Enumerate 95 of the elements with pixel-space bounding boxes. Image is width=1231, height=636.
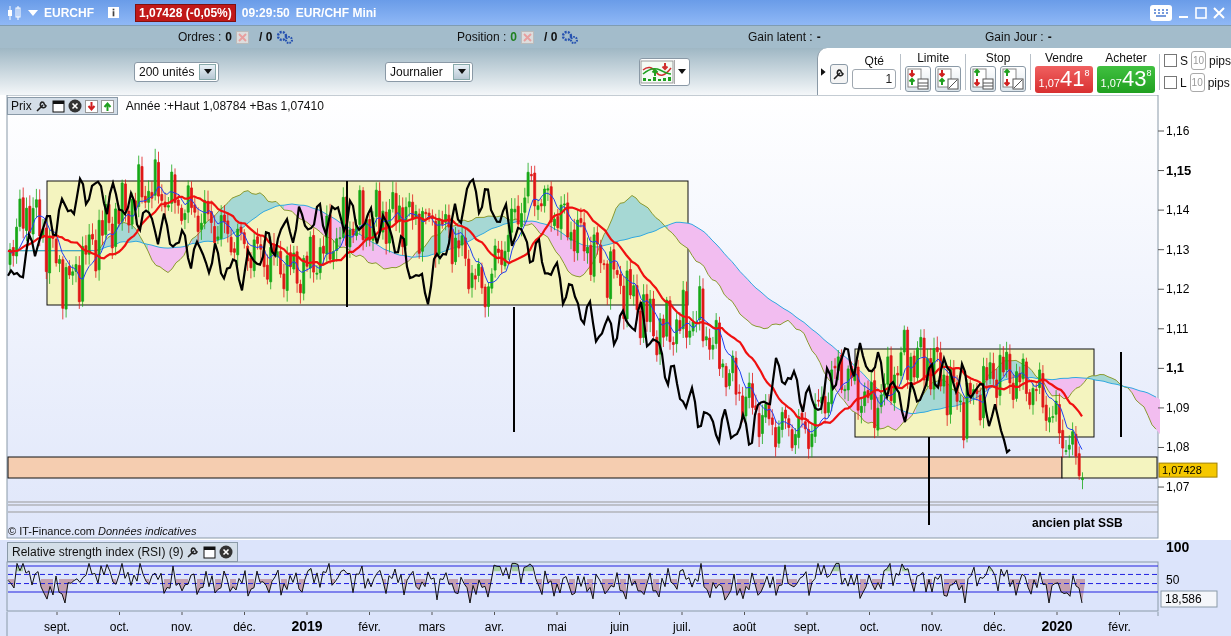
window-icon[interactable]	[203, 545, 217, 559]
chart-annotation: ancien plat SSB	[1032, 516, 1123, 530]
window-icon[interactable]	[51, 99, 65, 113]
month-label: févr.	[1108, 620, 1131, 634]
limit-order-button[interactable]	[935, 66, 962, 92]
gain-day-label: Gain Jour :	[985, 30, 1044, 44]
y-axis-label: 1,13	[1166, 242, 1190, 257]
month-label: août	[732, 620, 757, 634]
buy-label: Acheter	[1105, 50, 1147, 65]
close-icon[interactable]	[219, 545, 234, 559]
candlestick-icon[interactable]	[6, 4, 22, 21]
month-label: juil.	[673, 620, 691, 634]
option-checkbox[interactable]	[1163, 54, 1177, 67]
month-label: oct.	[109, 620, 130, 634]
y-axis-label: 1,11	[1166, 321, 1189, 336]
time-label: 09:29:50	[241, 5, 290, 20]
quantity-dropdown[interactable]: 200 unités	[134, 61, 219, 82]
order-arrows-icon	[937, 68, 960, 90]
indicator-button[interactable]	[639, 57, 690, 86]
month-label: avr.	[484, 620, 505, 634]
caret-icon	[678, 69, 686, 74]
month-label: mai	[547, 620, 567, 634]
chart-title: Prix	[11, 99, 32, 113]
quantity-field[interactable]: 1	[852, 69, 897, 89]
month-label: 2020	[1041, 618, 1073, 634]
month-label: sept.	[794, 620, 820, 634]
stop-order-button[interactable]	[970, 66, 997, 92]
wrench-icon[interactable]	[34, 99, 49, 113]
month-label: févr.	[358, 620, 381, 634]
up-arrow-icon[interactable]	[100, 99, 114, 113]
caret-icon	[203, 69, 212, 74]
position-count: 0	[510, 30, 518, 44]
quantity-label: Qté	[864, 54, 884, 68]
orders-total: / 0	[259, 30, 273, 44]
month-label: mars	[418, 620, 446, 634]
rsi-title: Relative strength index (RSI) (9)	[12, 545, 184, 559]
month-label: 2019	[291, 618, 323, 634]
y-axis-label: 1,1	[1166, 360, 1185, 376]
y-axis-label: 1,15	[1166, 162, 1192, 178]
keyboard-icon[interactable]	[1150, 4, 1172, 21]
orders-label: Ordres :	[178, 30, 222, 44]
option-label: L	[1179, 75, 1187, 90]
month-label: déc.	[233, 620, 256, 634]
y-axis-label: 1,16	[1166, 124, 1190, 138]
down-arrow-icon[interactable]	[84, 99, 98, 113]
copyright-text: © IT-Finance.com Données indicatives	[8, 525, 197, 537]
gain-latent-label: Gain latent :	[748, 30, 813, 44]
position-label: Position :	[457, 30, 507, 44]
month-label: déc.	[983, 620, 1006, 634]
month-label: sept.	[44, 620, 70, 634]
order-arrows-icon	[972, 68, 995, 90]
maximize-icon[interactable]	[1195, 6, 1207, 19]
y-axis-label: 1,08	[1166, 440, 1190, 455]
pips-field[interactable]: 10	[1190, 51, 1206, 70]
month-label: oct.	[859, 620, 880, 634]
unit-label: pips	[1207, 75, 1230, 90]
orders-count: 0	[225, 30, 233, 44]
rsi-value-badge: 18,586	[1160, 590, 1218, 608]
position-total: / 0	[544, 30, 558, 44]
last-price-badge: 1,07428	[1158, 462, 1218, 478]
gain-latent-value: -	[816, 30, 821, 44]
y-axis-label: 1,14	[1166, 203, 1190, 218]
pips-field[interactable]: 10	[1189, 73, 1205, 92]
order-arrows-icon	[1002, 68, 1025, 90]
price-change-badge: 1,07428 (-0,05%)	[135, 3, 236, 22]
caret-icon	[457, 69, 466, 74]
limit-label: Limite	[917, 51, 950, 65]
limit-order-button[interactable]	[905, 66, 932, 92]
stop-label: Stop	[985, 51, 1011, 65]
instrument-label: EUR/CHF Mini	[295, 5, 377, 20]
symbol-title: EURCHF	[44, 5, 94, 20]
gain-day-value: -	[1047, 30, 1052, 44]
sell-label: Vendre	[1045, 50, 1084, 65]
y-axis-label: 1,09	[1166, 400, 1190, 415]
caret-icon[interactable]	[28, 9, 38, 16]
period-dropdown[interactable]: Journalier	[385, 61, 473, 82]
month-label: juin	[610, 620, 629, 634]
unit-label: pips	[1208, 53, 1231, 68]
stop-order-button[interactable]	[1000, 66, 1027, 92]
rsi-axis-label: 100	[1166, 540, 1190, 555]
range-info: Année :+Haut 1,08784 +Bas 1,07410	[125, 99, 324, 113]
rsi-axis-label: 50	[1166, 573, 1180, 587]
gears-icon[interactable]	[276, 30, 295, 44]
wrench-icon[interactable]	[186, 545, 201, 559]
order-arrows-icon	[907, 68, 930, 90]
month-label: nov.	[921, 620, 943, 634]
y-axis-label: 1,07	[1166, 480, 1190, 495]
gears-icon[interactable]	[561, 30, 580, 44]
y-axis-label: 1,12	[1166, 282, 1190, 297]
option-label: S	[1179, 53, 1188, 68]
close-icon[interactable]	[67, 99, 82, 113]
indicator-chart-icon	[640, 59, 674, 84]
month-label: nov.	[171, 620, 193, 634]
expand-arrow-icon[interactable]	[821, 67, 826, 76]
option-checkbox[interactable]	[1163, 76, 1177, 89]
